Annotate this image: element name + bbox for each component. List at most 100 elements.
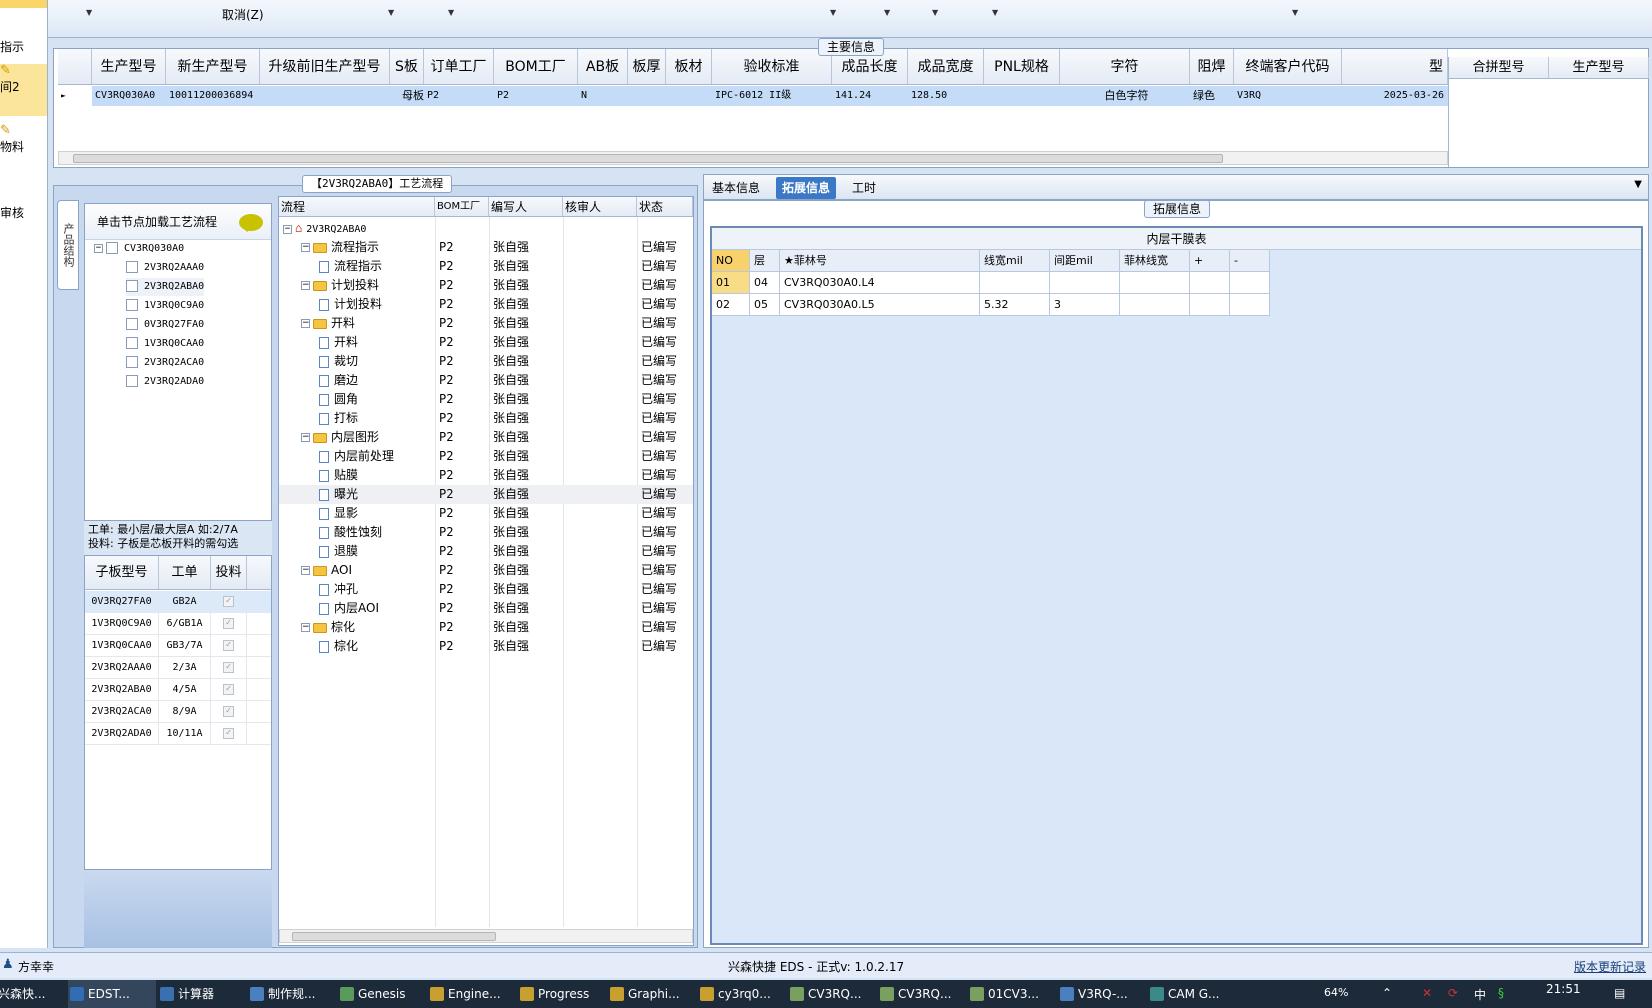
cell[interactable]: 05 xyxy=(750,294,780,316)
collapse-icon[interactable]: − xyxy=(301,281,310,290)
taskbar-app[interactable]: Engine... xyxy=(428,980,516,1008)
cell[interactable]: 已编写 xyxy=(637,542,693,561)
cell[interactable]: 已编写 xyxy=(637,466,693,485)
table-row[interactable]: 01 04 CV3RQ030A0.L4 xyxy=(712,272,1270,294)
feed-checkbox[interactable]: ✓ xyxy=(211,701,247,722)
cell[interactable] xyxy=(666,86,712,106)
taskbar-app[interactable]: 兴森快... xyxy=(0,980,66,1008)
cell[interactable]: P2 xyxy=(435,390,489,409)
cell[interactable]: 张自强 xyxy=(489,485,563,504)
cell[interactable]: 张自强 xyxy=(489,466,563,485)
feed-checkbox[interactable]: ✓ xyxy=(211,723,247,744)
col-header[interactable]: 生产型号 xyxy=(1549,57,1649,78)
cell[interactable]: 10/11A xyxy=(159,723,211,744)
col-header[interactable]: AB板 xyxy=(578,49,628,84)
feed-checkbox[interactable]: ✓ xyxy=(211,657,247,678)
cell[interactable]: 张自强 xyxy=(489,371,563,390)
cell[interactable] xyxy=(563,276,637,295)
cell[interactable]: P2 xyxy=(435,504,489,523)
taskbar-app[interactable]: CAM G... xyxy=(1148,980,1236,1008)
col-header[interactable]: ★菲林号 xyxy=(780,250,980,272)
flow-row[interactable]: 贴膜 P2 张自强 已编写 xyxy=(279,466,693,485)
cell[interactable] xyxy=(563,523,637,542)
col-header[interactable]: 订单工厂 xyxy=(424,49,494,84)
col-header[interactable]: BOM工厂 xyxy=(435,197,489,216)
cell[interactable]: 已编写 xyxy=(637,371,693,390)
cell[interactable]: 白色字符 xyxy=(1060,86,1190,106)
feed-checkbox[interactable]: ✓ xyxy=(211,613,247,634)
cell[interactable]: CV3RQ030A0 xyxy=(92,86,166,106)
flow-step-cell[interactable]: 磨边 xyxy=(279,371,435,390)
cell[interactable] xyxy=(563,333,637,352)
cell[interactable]: 已编写 xyxy=(637,580,693,599)
nav-item-material[interactable]: ✎ 物料 xyxy=(0,124,47,155)
cell[interactable]: P2 xyxy=(435,637,489,656)
flow-row[interactable]: − 内层图形 P2 张自强 已编写 xyxy=(279,428,693,447)
dropdown-icon[interactable]: ▼ xyxy=(448,8,454,17)
flow-row[interactable]: 裁切 P2 张自强 已编写 xyxy=(279,352,693,371)
cell[interactable]: 2V3RQ2AAA0 xyxy=(85,657,159,678)
cell[interactable] xyxy=(563,485,637,504)
flow-step-cell[interactable]: 计划投料 xyxy=(279,295,435,314)
col-header[interactable]: 状态 xyxy=(637,197,693,216)
cell[interactable] xyxy=(628,86,666,106)
col-header[interactable]: 终端客户代码 xyxy=(1234,49,1342,84)
flow-step-cell[interactable]: 圆角 xyxy=(279,390,435,409)
cell[interactable]: P2 xyxy=(435,618,489,637)
col-header[interactable]: S板 xyxy=(390,49,424,84)
cell[interactable] xyxy=(563,637,637,656)
flow-step-cell[interactable]: − 流程指示 xyxy=(279,238,435,257)
tree-checkbox[interactable] xyxy=(126,337,138,349)
col-header[interactable]: 间距mil xyxy=(1050,250,1120,272)
cell[interactable]: CV3RQ030A0.L5 xyxy=(780,294,980,316)
cell[interactable]: 已编写 xyxy=(637,561,693,580)
flow-row[interactable]: − 流程指示 P2 张自强 已编写 xyxy=(279,238,693,257)
cell[interactable]: P2 xyxy=(435,371,489,390)
cell[interactable]: P2 xyxy=(435,580,489,599)
flow-row[interactable]: 曝光 P2 张自强 已编写 xyxy=(279,485,693,504)
cell[interactable] xyxy=(563,257,637,276)
cell[interactable] xyxy=(1190,294,1230,316)
cell[interactable] xyxy=(260,86,390,106)
flow-horizontal-scrollbar[interactable] xyxy=(279,929,693,943)
flow-row[interactable]: 冲孔 P2 张自强 已编写 xyxy=(279,580,693,599)
flow-step-cell[interactable]: 显影 xyxy=(279,504,435,523)
col-header[interactable]: 层 xyxy=(750,250,780,272)
tree-checkbox[interactable] xyxy=(106,242,118,254)
cell[interactable]: 张自强 xyxy=(489,637,563,656)
col-header[interactable]: 投料 xyxy=(211,556,247,589)
cell[interactable] xyxy=(563,314,637,333)
feed-checkbox[interactable]: ✓ xyxy=(211,635,247,656)
cell[interactable] xyxy=(1120,272,1190,294)
cell[interactable]: 已编写 xyxy=(637,447,693,466)
cell[interactable]: 已编写 xyxy=(637,390,693,409)
cell[interactable]: P2 xyxy=(435,561,489,580)
tray-icon[interactable]: ✕ xyxy=(1422,986,1432,1000)
vertical-tab-structure[interactable]: 产品结构 xyxy=(57,200,79,290)
scroll-thumb[interactable] xyxy=(292,932,496,941)
flow-row[interactable]: 圆角 P2 张自强 已编写 xyxy=(279,390,693,409)
tree-checkbox[interactable] xyxy=(126,356,138,368)
cell[interactable] xyxy=(563,428,637,447)
tray-icon[interactable]: ⟳ xyxy=(1448,986,1458,1000)
cell[interactable]: P2 xyxy=(435,333,489,352)
add-row-button[interactable]: + xyxy=(1190,250,1230,272)
collapse-icon[interactable]: − xyxy=(301,433,310,442)
col-header[interactable]: BOM工厂 xyxy=(494,49,578,84)
cell[interactable]: P2 xyxy=(435,257,489,276)
cell[interactable]: 张自强 xyxy=(489,390,563,409)
cell[interactable]: CV3RQ030A0.L4 xyxy=(780,272,980,294)
dropdown-icon[interactable]: ▼ xyxy=(86,8,92,17)
taskbar-app[interactable]: Progress xyxy=(518,980,606,1008)
cell[interactable] xyxy=(1230,294,1270,316)
cell[interactable]: 04 xyxy=(750,272,780,294)
table-row[interactable]: ► CV3RQ030A0 10011200036894 母板 P2 P2 N I… xyxy=(58,86,1448,106)
battery-level[interactable]: 64% xyxy=(1324,986,1348,999)
table-row[interactable]: 2V3RQ2ABA0 4/5A ✓ xyxy=(85,679,271,701)
col-header[interactable]: 线宽mil xyxy=(980,250,1050,272)
cell[interactable]: P2 xyxy=(435,409,489,428)
col-header[interactable]: 升级前旧生产型号 xyxy=(260,49,390,84)
flow-row[interactable]: 磨边 P2 张自强 已编写 xyxy=(279,371,693,390)
dropdown-icon[interactable]: ▼ xyxy=(884,8,890,17)
tree-checkbox[interactable] xyxy=(126,375,138,387)
